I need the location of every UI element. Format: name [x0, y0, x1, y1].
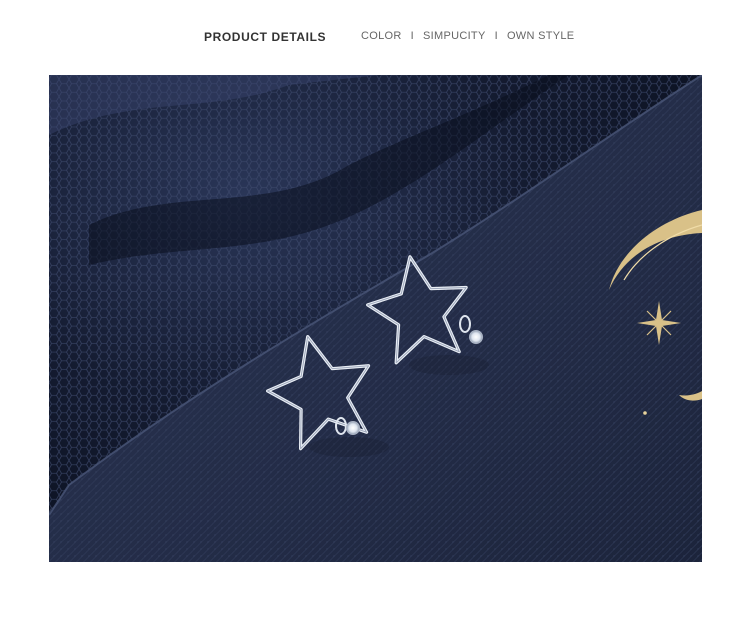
tag-separator: I: [410, 30, 414, 42]
gold-dot: [643, 411, 647, 415]
section-title: PRODUCT DETAILS: [204, 30, 327, 44]
tag-separator: I: [494, 30, 498, 42]
feature-tags: COLOR I SIMPUCITY I OWN STYLE: [361, 30, 574, 42]
earring-shadow: [409, 355, 489, 375]
product-details-header: PRODUCT DETAILS COLOR I SIMPUCITY I OWN STYL…: [0, 28, 750, 48]
earring-shadow: [309, 437, 389, 457]
tag-simplicity: SIMPUCITY: [422, 30, 486, 42]
tag-color: COLOR: [361, 30, 402, 42]
product-photo: [49, 75, 702, 562]
tag-own-style: OWN STYLE: [506, 30, 575, 42]
